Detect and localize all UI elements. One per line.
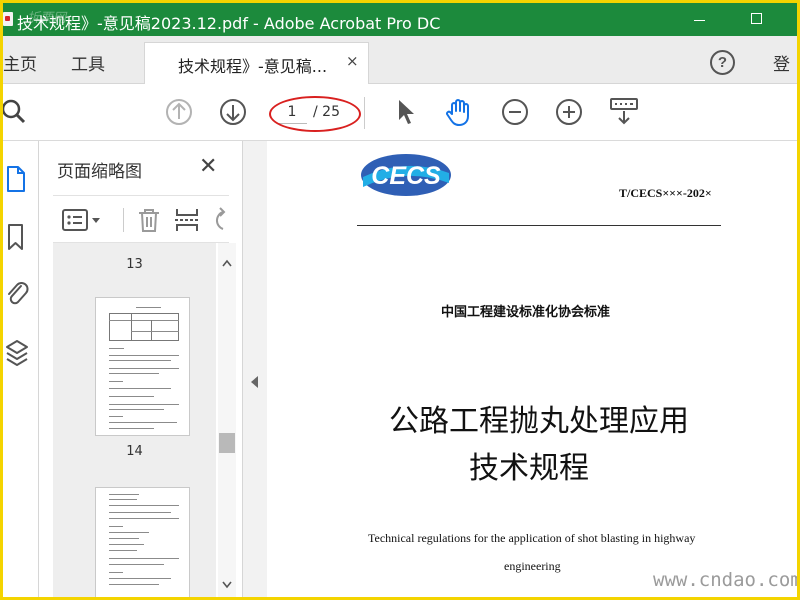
arrow-down-circle-icon[interactable] — [217, 96, 249, 128]
zoom-out-icon[interactable] — [499, 96, 531, 128]
logo-text: CECS — [371, 162, 441, 190]
hand-icon[interactable] — [443, 96, 475, 128]
bookmark-icon[interactable] — [4, 221, 30, 253]
maximize-button[interactable] — [733, 3, 779, 36]
panel-title: 页面缩略图 — [57, 162, 142, 182]
acrobat-app-icon — [3, 12, 13, 26]
cecs-logo: CECS — [361, 154, 451, 196]
scrollbar-thumb[interactable] — [219, 433, 235, 453]
document-title-line-2: 技术规程 — [469, 451, 589, 486]
cursor-arrow-icon[interactable] — [393, 96, 417, 128]
site-watermark: www.cndao.com — [653, 569, 797, 591]
thumbnail-page-number: 13 — [126, 257, 143, 272]
chevron-down-icon[interactable] — [222, 581, 232, 589]
annotation-oval — [269, 96, 361, 132]
title-watermark: 拆栗网 — [27, 11, 67, 26]
window-title: 技术规程》-意见稿2023.12.pdf - Adobe Acrobat Pro… — [17, 14, 441, 33]
help-icon[interactable]: ? — [710, 50, 735, 75]
minimize-button[interactable] — [676, 3, 722, 36]
arrow-up-circle-icon[interactable] — [163, 96, 195, 128]
english-title-line-1: Technical regulations for the applicatio… — [368, 531, 696, 545]
thumbnail-scrollbar[interactable] — [218, 243, 236, 597]
organization-name: 中国工程建设标准化协会标准 — [441, 305, 611, 320]
zoom-in-icon[interactable] — [553, 96, 585, 128]
thumbnail-options-icon[interactable] — [61, 208, 105, 232]
search-icon[interactable] — [3, 96, 31, 128]
maximize-icon — [751, 13, 762, 24]
document-view[interactable]: CECS T/CECS×××-202× 中国工程建设标准化协会标准 公路工程抛丸… — [267, 141, 797, 597]
keyboard-icon[interactable] — [607, 96, 641, 128]
document-title-line-1: 公路工程抛丸处理应用 — [389, 404, 689, 439]
thumbnail-page-number: 14 — [126, 444, 143, 459]
attachment-icon[interactable] — [4, 277, 30, 309]
close-panel-button[interactable]: ✕ — [199, 154, 217, 179]
chevron-up-icon[interactable] — [222, 259, 232, 267]
close-tab-button[interactable]: × — [346, 52, 359, 70]
collapse-arrow-icon — [251, 376, 258, 388]
toolbar-divider — [364, 97, 365, 129]
minimize-icon — [694, 20, 705, 21]
tab-bar: 主页 工具 技术规程》-意见稿... × ? 登 — [3, 36, 797, 85]
tab-document[interactable]: 技术规程》-意见稿... × — [144, 42, 369, 85]
thumbnail-list: 13 14 — [53, 243, 216, 597]
insert-page-icon[interactable] — [173, 206, 203, 234]
thumbnail-toolbar-divider — [123, 208, 124, 232]
rotate-page-icon[interactable] — [211, 206, 229, 234]
trash-icon[interactable] — [135, 206, 163, 234]
tab-home[interactable]: 主页 — [3, 50, 37, 75]
thumbnail-toolbar — [53, 195, 229, 243]
login-button[interactable]: 登 — [773, 50, 790, 75]
layers-icon[interactable] — [4, 337, 30, 369]
page-thumbnails-icon[interactable] — [4, 163, 30, 195]
english-title-line-2: engineering — [504, 559, 561, 573]
header-rule — [357, 225, 721, 226]
thumbnails-panel: 页面缩略图 ✕ 13 14 — [39, 141, 243, 597]
panel-collapse-handle[interactable] — [243, 141, 267, 597]
standard-code: T/CECS×××-202× — [619, 186, 712, 200]
navigation-rail — [3, 141, 39, 597]
main-toolbar: 1 / 25 — [3, 84, 797, 141]
title-bar: 技术规程》-意见稿2023.12.pdf - Adobe Acrobat Pro… — [3, 3, 797, 36]
tab-tools[interactable]: 工具 — [71, 50, 105, 75]
acrobat-window: 技术规程》-意见稿2023.12.pdf - Adobe Acrobat Pro… — [3, 3, 797, 597]
page-thumbnail-14[interactable] — [95, 297, 190, 436]
document-tab-label: 技术规程》-意见稿... — [178, 57, 328, 76]
page-thumbnail-15[interactable] — [95, 487, 190, 597]
